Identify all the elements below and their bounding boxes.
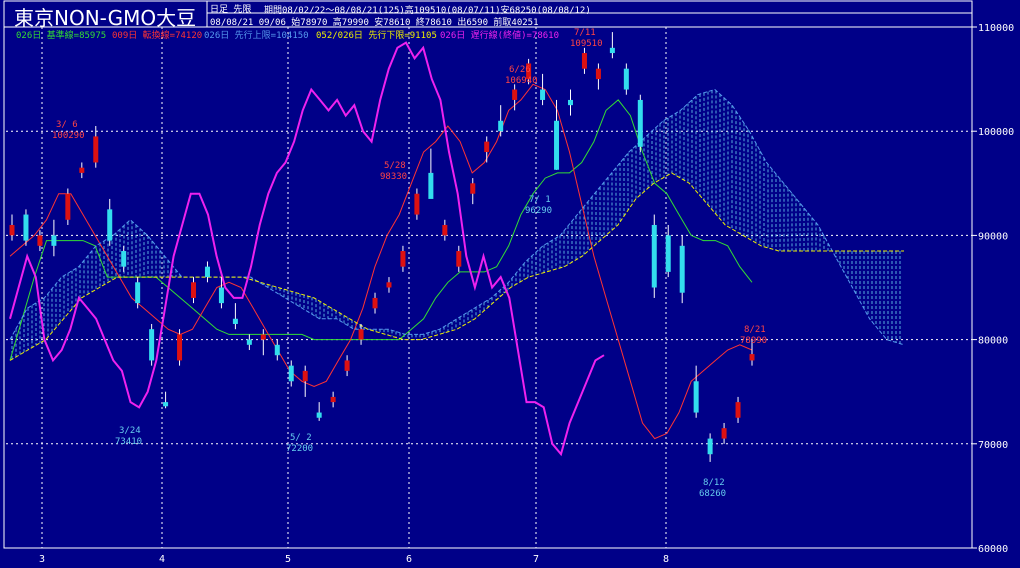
candle-body xyxy=(595,68,601,80)
candle-body xyxy=(330,396,336,403)
candle-body xyxy=(554,120,560,170)
candle-body xyxy=(512,89,518,100)
candle-body xyxy=(51,235,57,246)
candle-body xyxy=(93,136,99,163)
annotation-price: 106940 xyxy=(505,76,538,86)
last-bar-info: 08/08/21 09/06 始78970 高79990 安78610 終786… xyxy=(210,18,539,28)
candle-body xyxy=(218,287,224,304)
x-tick-label: 4 xyxy=(159,554,165,565)
candle-body xyxy=(191,282,197,298)
candle-body xyxy=(735,402,741,418)
candle-body xyxy=(232,318,238,324)
candle-body xyxy=(274,344,280,356)
annotation-date: 7/ 1 xyxy=(529,195,551,205)
candle-body xyxy=(637,99,643,147)
candle-body xyxy=(470,183,476,194)
ichimoku-chart: 3/ 6100290 3/2473410 5/ 272200 5/2898330 6/2… xyxy=(0,0,1020,568)
candle-body xyxy=(540,89,546,100)
candle-body xyxy=(749,354,755,361)
candle-body xyxy=(400,251,406,267)
candle-body xyxy=(693,381,699,413)
candle-body xyxy=(498,120,504,132)
candle-body xyxy=(707,438,713,455)
annotation-date: 5/ 2 xyxy=(290,433,312,443)
candle-body xyxy=(358,329,364,340)
candle-body xyxy=(442,224,448,236)
y-tick-label: 100000 xyxy=(978,127,1014,138)
y-tick-label: 80000 xyxy=(978,336,1008,347)
candle-body xyxy=(344,360,350,371)
candle-body xyxy=(177,334,183,361)
annotation-price: 72200 xyxy=(286,444,313,454)
candle-body xyxy=(581,53,587,69)
candle-body xyxy=(428,172,434,199)
candle-body xyxy=(37,235,43,246)
candle-body xyxy=(9,224,15,236)
annotation-price: 68260 xyxy=(699,489,726,499)
y-tick-label: 110000 xyxy=(978,23,1014,34)
candle-body xyxy=(665,235,671,272)
candle-body xyxy=(651,224,657,288)
annotation-price: 100290 xyxy=(52,131,85,141)
candle-body xyxy=(623,68,629,90)
legend-chikou: 026日 遅行線(終値)=78610 xyxy=(440,31,560,41)
candle-body xyxy=(372,297,378,309)
legend-kijun: 026日 基準線=85975 xyxy=(16,31,107,41)
annotation-date: 8/12 xyxy=(703,478,725,488)
annotation-price: 73410 xyxy=(115,437,142,447)
candle-body xyxy=(288,365,294,382)
candle-body xyxy=(609,47,615,54)
x-tick-label: 7 xyxy=(533,554,539,565)
candle-body xyxy=(316,412,322,418)
candle-body xyxy=(386,282,392,288)
annotation-date: 3/24 xyxy=(119,426,141,436)
candle-body xyxy=(23,214,29,241)
candle-body xyxy=(302,370,308,382)
candle-body xyxy=(721,428,727,439)
candle-body xyxy=(65,193,71,220)
x-tick-label: 8 xyxy=(663,554,669,565)
legend-senkou-b: 052/026日 先行下限=91105 xyxy=(316,31,437,41)
annotation-date: 5/28 xyxy=(384,161,406,171)
annotation-price: 98330 xyxy=(380,172,407,182)
candle-body xyxy=(149,329,155,361)
annotation-date: 6/26 xyxy=(509,65,531,75)
candle-body xyxy=(121,251,127,267)
chart-subtitle: 日足 先限 xyxy=(210,5,252,15)
x-tick-label: 3 xyxy=(39,554,45,565)
candle-body xyxy=(260,334,266,340)
annotation-price: 96290 xyxy=(525,206,552,216)
candle-body xyxy=(567,99,573,106)
x-tick-label: 6 xyxy=(406,554,412,565)
candle-body xyxy=(79,167,85,173)
legend-senkou-a: 026日 先行上限=104150 xyxy=(204,31,309,41)
annotation-price: 109510 xyxy=(570,39,603,49)
annotation-date: 8/21 xyxy=(744,325,766,335)
y-tick-label: 60000 xyxy=(978,544,1008,555)
candle-body xyxy=(135,282,141,304)
candle-body xyxy=(679,245,685,293)
x-tick-label: 5 xyxy=(285,554,291,565)
annotation-price: 78990 xyxy=(740,336,767,346)
annotation-date: 7/11 xyxy=(574,28,596,38)
chart-title: 東京NON-GMO大豆 xyxy=(14,6,197,30)
candle-body xyxy=(204,266,210,278)
y-tick-label: 90000 xyxy=(978,231,1008,242)
candle-body xyxy=(107,209,113,241)
candle-body xyxy=(456,251,462,267)
y-tick-label: 70000 xyxy=(978,440,1008,451)
candle-body xyxy=(414,193,420,215)
annotation-date: 3/ 6 xyxy=(56,120,78,130)
candle-body xyxy=(246,339,252,345)
legend-tenkan: 009日 転換線=74120 xyxy=(112,31,203,41)
candle-body xyxy=(484,141,490,153)
candle-body xyxy=(163,402,169,407)
